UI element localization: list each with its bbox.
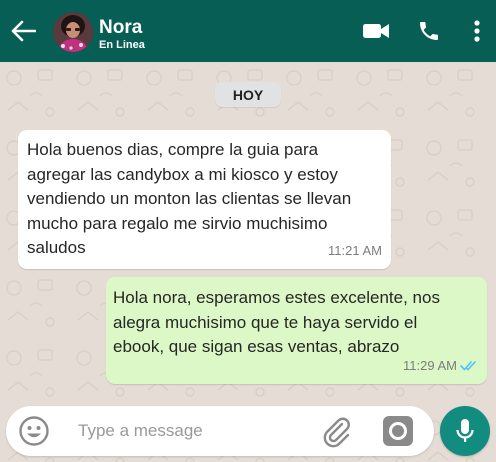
contact-status: En Linea bbox=[99, 39, 145, 51]
chat-area: HOY Hola buenos dias, compre la guia par… bbox=[0, 62, 496, 462]
incoming-message-bubble[interactable]: Hola buenos dias, compre la guia para ag… bbox=[18, 130, 391, 269]
outgoing-message-bubble[interactable]: Hola nora, esperamos estes excelente, no… bbox=[106, 277, 487, 384]
message-time: 11:29 AM bbox=[403, 357, 457, 373]
message-timestamp: 11:21 AM bbox=[328, 239, 382, 264]
camera-lens bbox=[389, 422, 407, 440]
phone-call-icon[interactable] bbox=[415, 15, 443, 47]
back-arrow-icon[interactable] bbox=[8, 16, 38, 46]
camera-icon[interactable] bbox=[383, 416, 413, 446]
more-options-icon[interactable] bbox=[468, 15, 486, 47]
message-composer bbox=[6, 406, 434, 456]
smiley-icon[interactable] bbox=[18, 415, 50, 447]
contact-name[interactable]: Nora bbox=[99, 18, 142, 38]
chat-header: Nora En Linea bbox=[0, 0, 496, 62]
message-time: 11:21 AM bbox=[328, 242, 382, 258]
message-timestamp: 11:29 AM bbox=[403, 354, 478, 379]
paperclip-icon[interactable] bbox=[320, 415, 354, 449]
video-call-icon[interactable] bbox=[361, 15, 391, 47]
message-text: Hola nora, esperamos estes excelente, no… bbox=[113, 288, 440, 356]
microphone-icon[interactable] bbox=[440, 406, 490, 456]
avatar[interactable] bbox=[53, 12, 93, 52]
message-input[interactable] bbox=[78, 418, 308, 444]
date-divider: HOY bbox=[215, 82, 281, 107]
double-check-icon bbox=[460, 361, 476, 371]
